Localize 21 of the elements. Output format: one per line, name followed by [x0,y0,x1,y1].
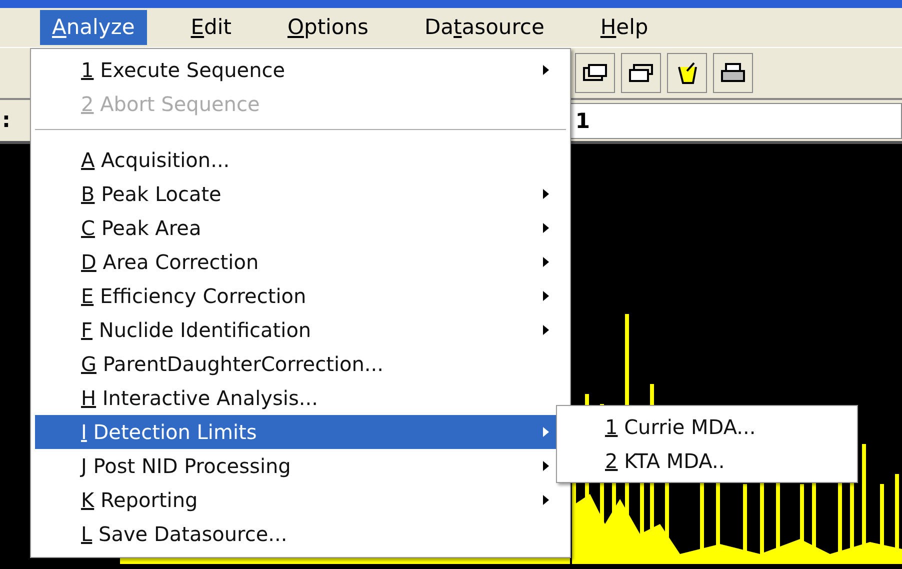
menu-bar-item[interactable]: Analyze [40,10,147,46]
window-icon[interactable] [575,53,615,93]
menu-item[interactable]: C Peak Area [35,211,566,245]
input-field[interactable]: 1 [570,102,902,138]
menu-bar-item[interactable]: Help [588,10,660,46]
field-label: : [1,106,10,134]
menu-item[interactable]: 1 Execute Sequence [35,53,566,87]
menu-item[interactable]: F Nuclide Identification [35,313,566,347]
menu-item[interactable]: A Acquisition... [35,143,566,177]
menu-item[interactable]: G ParentDaughterCorrection... [35,347,566,381]
printer-icon[interactable] [713,53,753,93]
menu-item[interactable]: D Area Correction [35,245,566,279]
menu-item[interactable]: K Reporting [35,483,566,517]
menu-item[interactable]: L Save Datasource... [35,517,566,551]
menu-bar-item[interactable]: Edit [178,10,244,46]
flask-icon[interactable] [667,53,707,93]
cascade-icon[interactable] [621,53,661,93]
menu-item[interactable]: E Efficiency Correction [35,279,566,313]
menu-item[interactable]: B Peak Locate [35,177,566,211]
menu-bar-item[interactable]: Datasource [412,10,556,46]
menu-bar-item[interactable]: Options [275,10,380,46]
